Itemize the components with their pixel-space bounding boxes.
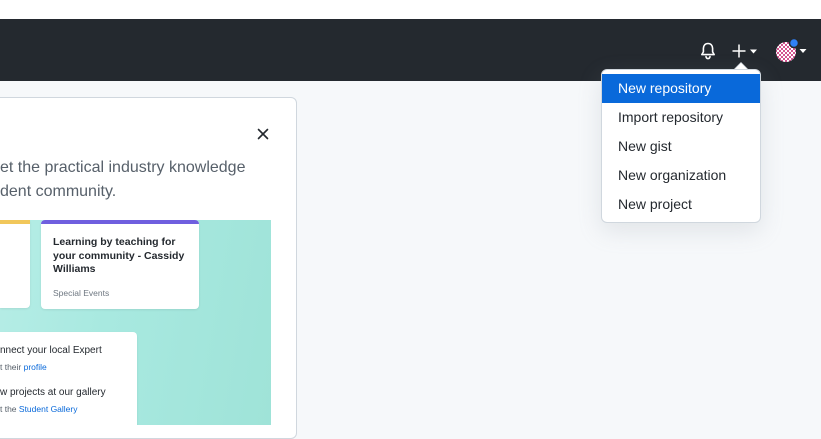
gallery-line: w projects at our gallery (0, 387, 106, 398)
caret-down-icon (750, 49, 757, 54)
event-tag: Special Events (53, 288, 110, 298)
create-new-menu: New repository Import repository New gis… (602, 74, 760, 219)
user-menu-button[interactable] (775, 37, 811, 64)
gallery-card: nnect your local Expert t their profile … (0, 332, 137, 425)
create-new-button[interactable] (731, 41, 761, 61)
notification-dot (788, 37, 800, 49)
create-new-dropdown: New repository Import repository New gis… (601, 69, 761, 223)
gallery-line: t the Student Gallery (0, 404, 78, 414)
partial-event-card (0, 220, 30, 308)
bell-icon[interactable] (699, 41, 717, 61)
profile-link[interactable]: profile (24, 362, 47, 372)
menu-item-new-repository[interactable]: New repository (602, 74, 760, 103)
promo-intro-line: et the practical industry knowledge (0, 159, 246, 176)
promo-intro-text: et the practical industry knowledge dent… (0, 156, 270, 204)
close-icon[interactable] (254, 125, 272, 143)
event-card[interactable]: Learning by teaching for your community … (41, 220, 199, 309)
event-title: Learning by teaching for your community … (53, 236, 185, 275)
promo-intro-line: dent community. (0, 183, 117, 200)
browser-top-strip (0, 0, 821, 19)
menu-item-new-gist[interactable]: New gist (602, 132, 760, 161)
plus-icon (732, 44, 746, 58)
menu-item-new-project[interactable]: New project (602, 190, 760, 219)
caret-down-icon (799, 49, 807, 53)
student-gallery-link[interactable]: Student Gallery (19, 404, 78, 414)
promo-illustration-panel: Learning by teaching for your community … (0, 220, 271, 425)
menu-item-import-repository[interactable]: Import repository (602, 103, 760, 132)
gallery-line: nnect your local Expert (0, 345, 102, 356)
menu-item-new-organization[interactable]: New organization (602, 161, 760, 190)
gallery-line: t their profile (0, 362, 47, 372)
